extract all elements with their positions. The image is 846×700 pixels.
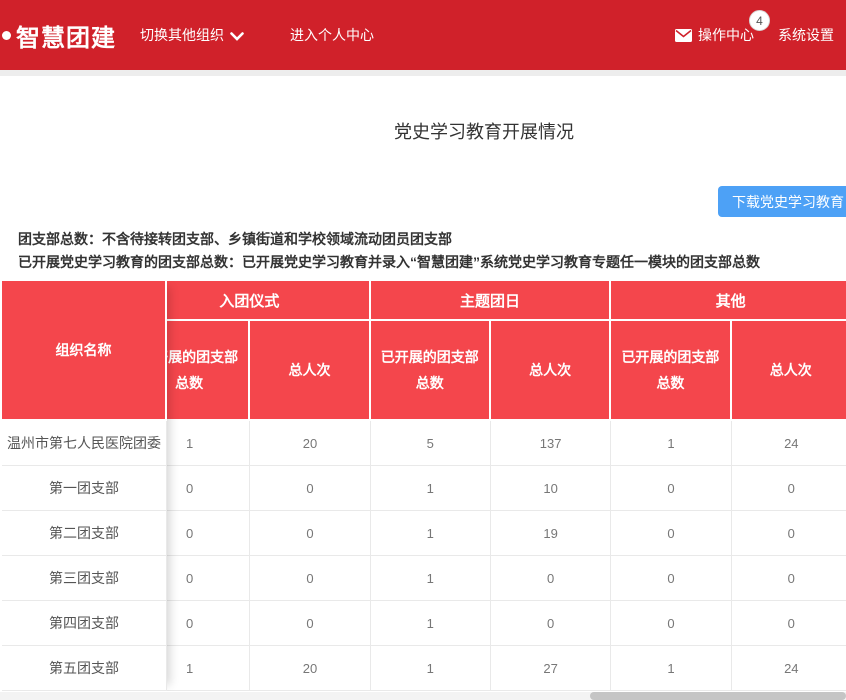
value-cell: 0 [611,556,731,601]
value-cell: 24 [732,646,846,691]
sub-header-participants: 总人次 [732,321,846,421]
table-row: 0 0 1 19 0 0 [130,511,846,556]
report-table: 入团仪式 主题团日 其他 已开展的团支部总数 总人次 已开展的团支部总数 总人次… [2,281,846,691]
value-cell: 20 [250,421,370,466]
value-cell: 0 [250,601,370,646]
sub-header-branches: 已开展的团支部总数 [371,321,491,421]
main-content: 党史学习教育开展情况 下载党史学习教育 团支部总数：不含待接转团支部、乡镇街道和… [0,76,846,700]
scrollbar-thumb[interactable] [590,692,846,700]
sub-header-participants: 总人次 [250,321,370,421]
org-header-cell: 组织名称 [2,281,167,421]
value-cell: 1 [371,601,491,646]
sub-header-row: 已开展的团支部总数 总人次 已开展的团支部总数 总人次 已开展的团支部总数 总人… [130,321,846,421]
value-cell: 24 [732,421,846,466]
org-cell: 温州市第七人民医院团委 [2,421,167,466]
sub-header-branches: 已开展的团支部总数 [611,321,731,421]
navbar-links: 切换其他组织 进入个人中心 [140,25,374,45]
notification-badge: 4 [749,10,770,31]
app-screen: 智慧团建 切换其他组织 进入个人中心 操作中心 [0,0,846,700]
value-cell: 0 [611,601,731,646]
value-cell: 0 [732,556,846,601]
report-table-scroll-area[interactable]: 入团仪式 主题团日 其他 已开展的团支部总数 总人次 已开展的团支部总数 总人次… [130,281,846,691]
org-cell: 第四团支部 [2,601,167,646]
navbar-right: 操作中心 4 系统设置 [675,25,834,45]
nav-system-settings-label: 系统设置 [778,25,834,45]
org-cell: 第三团支部 [2,556,167,601]
org-cell: 第二团支部 [2,511,167,556]
value-cell: 0 [491,601,611,646]
value-cell: 0 [250,511,370,556]
group-header-other: 其他 [611,281,846,321]
value-cell: 19 [491,511,611,556]
table-row: 0 0 1 10 0 0 [130,466,846,511]
value-cell: 1 [611,421,731,466]
value-cell: 0 [611,511,731,556]
note-line-2: 已开展党史学习教育的团支部总数：已开展党史学习教育并录入“智慧团建”系统党史学习… [18,252,760,272]
org-cell: 第一团支部 [2,466,167,511]
group-header-theme-day: 主题团日 [371,281,612,321]
value-cell: 1 [371,556,491,601]
nav-system-settings[interactable]: 系统设置 [778,25,834,45]
value-cell: 0 [611,466,731,511]
group-header-row: 入团仪式 主题团日 其他 [130,281,846,321]
sticky-org-column: 组织名称 温州市第七人民医院团委 第一团支部 第二团支部 第三团支部 第四团支部… [2,281,167,691]
brand-logo[interactable]: 智慧团建 [12,18,116,53]
value-cell: 1 [371,466,491,511]
table-row: 1 20 5 137 1 24 [130,421,846,466]
top-navbar: 智慧团建 切换其他组织 进入个人中心 操作中心 [0,0,846,70]
nav-switch-org[interactable]: 切换其他组织 [140,25,244,45]
value-cell: 0 [250,556,370,601]
mail-icon [675,29,692,42]
brand-dot-icon [2,31,11,40]
value-cell: 1 [371,511,491,556]
nav-operation-center-label: 操作中心 [698,25,754,45]
table-row: 1 20 1 27 1 24 [130,646,846,691]
sub-header-participants: 总人次 [491,321,611,421]
table-row: 0 0 1 0 0 0 [130,601,846,646]
org-cell: 第五团支部 [2,646,167,691]
value-cell: 1 [611,646,731,691]
value-cell: 0 [732,511,846,556]
nav-operation-center[interactable]: 操作中心 4 [675,25,754,45]
value-cell: 0 [250,466,370,511]
value-cell: 0 [732,601,846,646]
value-cell: 0 [491,556,611,601]
value-cell: 10 [491,466,611,511]
nav-personal-center-label: 进入个人中心 [290,25,374,45]
value-cell: 27 [491,646,611,691]
download-button[interactable]: 下载党史学习教育 [718,186,846,217]
value-cell: 0 [732,466,846,511]
page-title: 党史学习教育开展情况 [0,118,846,144]
nav-switch-org-label: 切换其他组织 [140,25,224,45]
nav-personal-center[interactable]: 进入个人中心 [290,25,374,45]
table-row: 0 0 1 0 0 0 [130,556,846,601]
brand-title: 智慧团建 [16,18,116,53]
horizontal-scrollbar[interactable] [0,692,846,700]
note-line-1: 团支部总数：不含待接转团支部、乡镇街道和学校领域流动团员团支部 [18,229,452,249]
value-cell: 137 [491,421,611,466]
value-cell: 5 [371,421,491,466]
value-cell: 20 [250,646,370,691]
value-cell: 1 [371,646,491,691]
chevron-down-icon [230,32,244,41]
